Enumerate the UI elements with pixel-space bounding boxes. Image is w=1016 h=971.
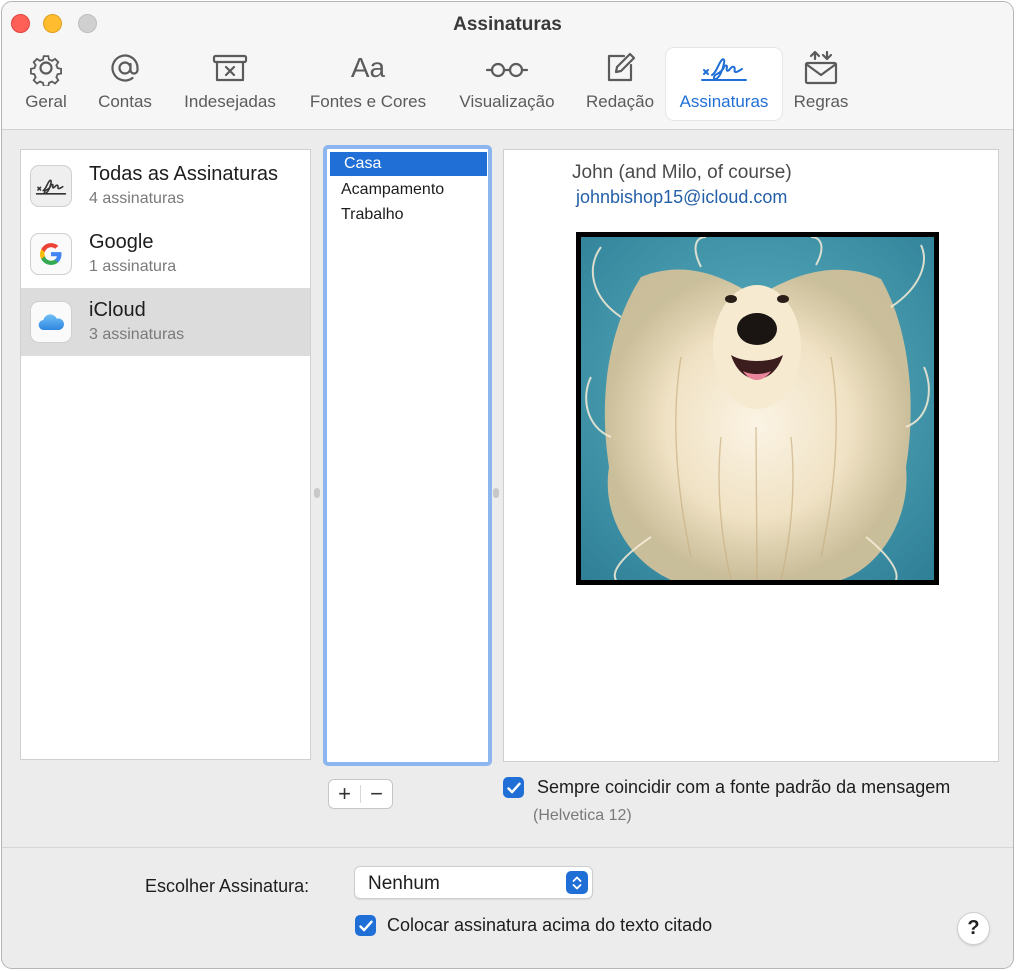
titlebar-toolbar: Assinaturas Geral Contas Indesejadas Aa … [2, 2, 1013, 130]
tab-assinaturas[interactable]: Assinaturas [666, 48, 782, 120]
signature-photo [576, 232, 939, 585]
signature-icon [694, 48, 754, 88]
tab-contas[interactable]: Contas [94, 48, 156, 120]
choose-signature-label: Escolher Assinatura: [145, 876, 310, 896]
compose-icon [598, 48, 642, 88]
preferences-window: Assinaturas Geral Contas Indesejadas Aa … [1, 1, 1014, 969]
signature-editor[interactable]: John (and Milo, of course) johnbishop15@… [503, 149, 999, 762]
font-aa-icon: Aa [350, 52, 386, 83]
tab-label: Fontes e Cores [309, 92, 427, 111]
tab-label: Indesejadas [184, 92, 276, 111]
at-sign-icon [103, 48, 147, 88]
split-divider-handle[interactable] [493, 488, 499, 498]
tab-label: Assinaturas [679, 92, 769, 111]
font-note: (Helvetica 12) [533, 807, 632, 824]
account-item-icloud[interactable]: iCloud 3 assinaturas [21, 288, 310, 356]
signature-name-line: John (and Milo, of course) [572, 162, 792, 183]
checkmark-icon [358, 920, 373, 931]
tab-label: Redação [585, 92, 655, 111]
tab-regras[interactable]: Regras [790, 48, 852, 120]
signature-item-acampamento[interactable]: Acampamento [330, 178, 487, 202]
account-count: 1 assinatura [89, 258, 177, 275]
signature-item-casa[interactable]: Casa [330, 152, 487, 176]
junk-tray-icon [208, 48, 252, 88]
glasses-icon [485, 48, 529, 88]
icloud-icon [30, 301, 72, 343]
google-icon [30, 233, 72, 275]
account-name: iCloud [89, 299, 146, 321]
signature-item-trabalho[interactable]: Trabalho [330, 203, 487, 227]
window-title: Assinaturas [453, 14, 562, 35]
signatures-list: Casa Acampamento Trabalho [323, 145, 492, 766]
account-item-google[interactable]: Google 1 assinatura [21, 220, 310, 288]
tab-label: Contas [98, 92, 152, 111]
account-item-todas[interactable]: Todas as Assinaturas 4 assinaturas [21, 152, 310, 220]
signature-email-link[interactable]: johnbishop15@icloud.com [576, 187, 787, 208]
match-font-checkbox[interactable] [503, 777, 524, 798]
tab-indesejadas[interactable]: Indesejadas [180, 48, 280, 120]
account-count: 4 assinaturas [89, 190, 185, 207]
account-count: 3 assinaturas [89, 326, 185, 343]
match-font-label: Sempre coincidir com a fonte padrão da m… [537, 777, 951, 797]
rules-envelope-icon [799, 48, 843, 88]
checkmark-icon [506, 782, 521, 793]
chevron-updown-icon [566, 871, 588, 894]
divider [2, 847, 1013, 848]
signature-icon [30, 165, 72, 207]
place-above-checkbox[interactable] [355, 915, 376, 936]
select-value: Nenhum [368, 873, 440, 894]
help-button[interactable]: ? [957, 912, 990, 945]
add-remove-control: + − [328, 779, 393, 809]
tab-label: Geral [25, 92, 67, 111]
tab-label: Regras [793, 92, 849, 111]
tab-geral[interactable]: Geral [22, 48, 70, 120]
tab-fontes-e-cores[interactable]: Aa Fontes e Cores [303, 48, 433, 120]
tab-visualizacao[interactable]: Visualização [454, 48, 560, 120]
gear-icon [24, 48, 68, 88]
tab-label: Visualização [459, 92, 555, 111]
split-divider-handle[interactable] [314, 488, 320, 498]
accounts-list: Todas as Assinaturas 4 assinaturas Googl… [20, 149, 311, 760]
account-name: Google [89, 231, 154, 253]
remove-signature-button[interactable]: − [361, 780, 392, 808]
place-above-label: Colocar assinatura acima do texto citado [387, 915, 713, 935]
add-signature-button[interactable]: + [329, 780, 360, 808]
account-name: Todas as Assinaturas [89, 163, 278, 185]
choose-signature-select[interactable]: Nenhum [354, 866, 593, 899]
tab-redacao[interactable]: Redação [582, 48, 658, 120]
